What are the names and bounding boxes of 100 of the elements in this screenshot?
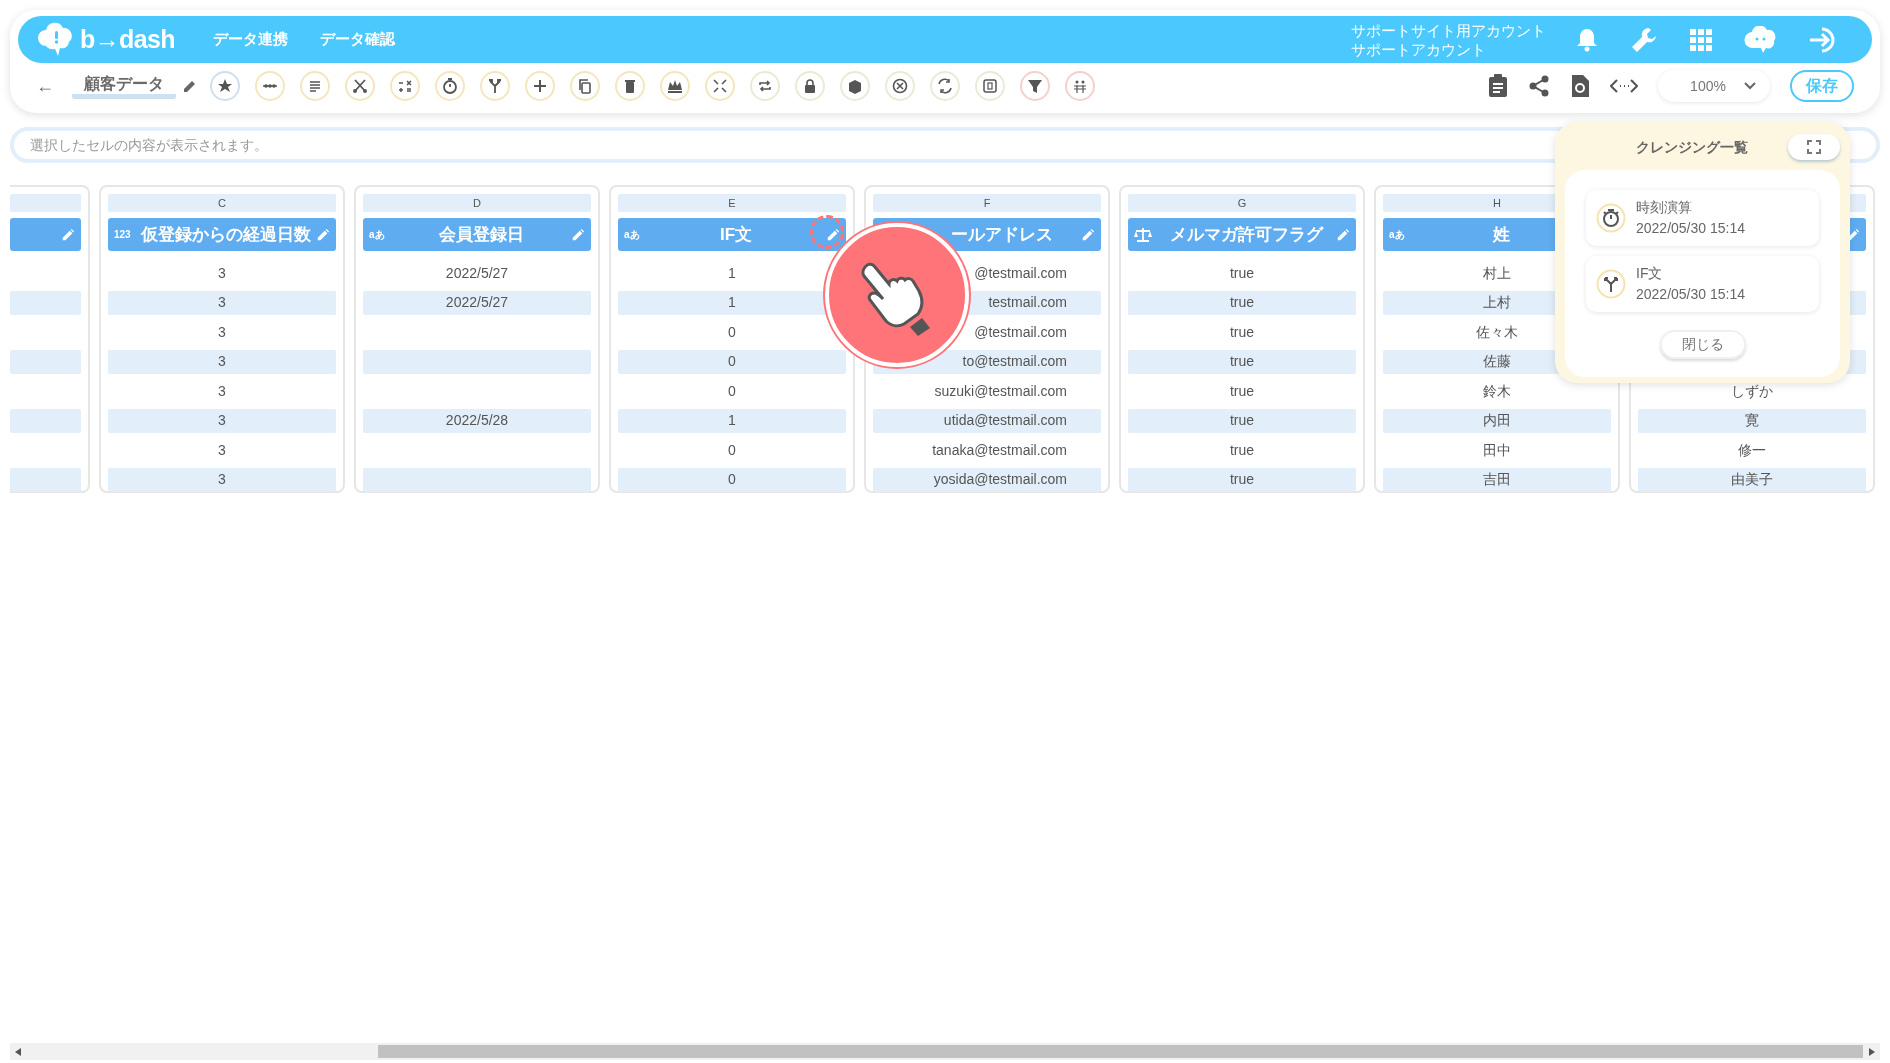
trash-icon[interactable] bbox=[615, 71, 645, 101]
table-cell: true bbox=[1128, 408, 1356, 433]
table-cell: 1 bbox=[618, 408, 846, 433]
header-title: メルマガ許可フラグ bbox=[1168, 223, 1325, 246]
fork-icon[interactable] bbox=[480, 71, 510, 101]
table-cell-text: 0 bbox=[727, 440, 737, 460]
zoom-select[interactable]: 100% bbox=[1658, 70, 1770, 102]
table-cell-text: @testmail.com bbox=[973, 322, 1068, 342]
square-icon[interactable] bbox=[975, 71, 1005, 101]
cleansing-item[interactable]: 時刻演算 2022/05/30 15:14 bbox=[1586, 190, 1819, 246]
table-cell-text: 0 bbox=[727, 381, 737, 401]
stopwatch-icon[interactable] bbox=[435, 71, 465, 101]
table-cell: 由美子 bbox=[1638, 467, 1866, 492]
pencil-icon[interactable] bbox=[1081, 227, 1095, 242]
type-label: 123 bbox=[114, 228, 132, 242]
table-cell-text: 鈴木 bbox=[1482, 381, 1512, 401]
table-cell: 0 bbox=[618, 349, 846, 374]
close-button[interactable]: 閉じる bbox=[1659, 330, 1746, 359]
header-title: IF文 bbox=[718, 223, 754, 246]
table-cell-text: 佐々木 bbox=[1475, 322, 1519, 342]
header-title: 会員登録日 bbox=[437, 223, 525, 246]
fullscreen-icon bbox=[1807, 140, 1821, 154]
table-cell: 吉田 bbox=[1383, 467, 1611, 492]
lines-icon[interactable] bbox=[300, 71, 330, 101]
table-cell: 3 bbox=[108, 349, 336, 374]
column-letter[interactable]: F bbox=[873, 194, 1101, 212]
table-cell-text: @testmail.com bbox=[973, 263, 1068, 283]
cleansing-item[interactable]: IF文 2022/05/30 15:14 bbox=[1586, 256, 1819, 312]
dots-icon[interactable] bbox=[255, 71, 285, 101]
type-label: aあ bbox=[369, 228, 386, 242]
pencil-icon[interactable] bbox=[316, 227, 330, 242]
repeat-icon[interactable] bbox=[750, 71, 780, 101]
account-name: サポートアカウント bbox=[1351, 39, 1487, 59]
table-cell: 0 bbox=[618, 467, 846, 492]
type-label: aあ bbox=[624, 228, 641, 242]
table-cell-text: 村上 bbox=[1482, 263, 1512, 283]
scroll-left-icon[interactable] bbox=[15, 1047, 21, 1056]
crown-icon[interactable] bbox=[660, 71, 690, 101]
lock-icon[interactable] bbox=[795, 71, 825, 101]
column-letter[interactable]: D bbox=[363, 194, 591, 212]
table-cell-text: 3 bbox=[217, 263, 227, 283]
collapse-icon[interactable] bbox=[705, 71, 735, 101]
table-cell-text: 0 bbox=[727, 322, 737, 342]
table-cell-text: 3 bbox=[217, 322, 227, 342]
table-cell-text: true bbox=[1228, 381, 1256, 401]
table-cell: true bbox=[1128, 467, 1356, 492]
type-label: aあ bbox=[1389, 228, 1406, 242]
clipboard-icon[interactable] bbox=[1488, 74, 1508, 98]
pencil-icon[interactable] bbox=[1336, 227, 1350, 242]
pencil-icon[interactable] bbox=[571, 227, 585, 242]
plus-icon[interactable] bbox=[525, 71, 555, 101]
item-name: 時刻演算 bbox=[1636, 198, 1693, 217]
share-icon[interactable] bbox=[1528, 75, 1550, 97]
funnel-icon[interactable] bbox=[1020, 71, 1050, 101]
table-cell-text: 3 bbox=[217, 440, 227, 460]
header-title: ールアドレス bbox=[950, 223, 1054, 246]
table-cell-text: tanaka@testmail.com bbox=[931, 440, 1068, 460]
chevron-down-icon bbox=[1744, 82, 1756, 90]
item-name: IF文 bbox=[1636, 264, 1664, 283]
stopwatch-icon bbox=[1596, 203, 1626, 233]
table-cell: 3 bbox=[108, 408, 336, 433]
back-button[interactable]: ← bbox=[36, 72, 54, 100]
table-cell bbox=[10, 349, 81, 374]
table-cell-text: 1 bbox=[727, 263, 737, 283]
box-icon[interactable] bbox=[840, 71, 870, 101]
table-cell: true bbox=[1128, 349, 1356, 374]
column-letter[interactable]: E bbox=[618, 194, 846, 212]
table-cell: utida@testmail.com bbox=[873, 408, 1101, 433]
pencil-icon[interactable] bbox=[182, 78, 198, 94]
file-refresh-icon[interactable] bbox=[1570, 74, 1590, 98]
table-cell-text: true bbox=[1228, 322, 1256, 342]
scale-icon bbox=[1134, 226, 1152, 243]
header-title: 姓 bbox=[1491, 223, 1511, 246]
column-letter[interactable]: G bbox=[1128, 194, 1356, 212]
copy-icon[interactable] bbox=[570, 71, 600, 101]
pencil-icon[interactable] bbox=[826, 227, 840, 242]
horizontal-scrollbar[interactable] bbox=[10, 1043, 1880, 1060]
pencil-icon[interactable] bbox=[61, 227, 75, 242]
swap-arrows-icon[interactable] bbox=[930, 71, 960, 101]
sheet-title[interactable]: 顧客データ bbox=[72, 73, 176, 99]
math-icon[interactable] bbox=[390, 71, 420, 101]
scrollbar-thumb[interactable] bbox=[378, 1045, 1863, 1058]
scissors-icon[interactable] bbox=[345, 71, 375, 101]
column-letter[interactable]: C bbox=[108, 194, 336, 212]
people-grid-icon[interactable] bbox=[1065, 71, 1095, 101]
table-cell-text: しずか bbox=[1730, 381, 1774, 401]
table-cell-text: true bbox=[1228, 263, 1256, 283]
table-cell-text: 3 bbox=[217, 381, 227, 401]
table-cell bbox=[10, 408, 81, 433]
item-time: 2022/05/30 15:14 bbox=[1636, 285, 1745, 304]
expand-button[interactable] bbox=[1788, 134, 1840, 160]
code-arrows-icon[interactable] bbox=[1610, 78, 1638, 94]
table-cell: 3 bbox=[108, 290, 336, 315]
table-cell bbox=[10, 290, 81, 315]
header-title: 仮登録からの経過日数 bbox=[140, 223, 312, 246]
scroll-right-icon[interactable] bbox=[1869, 1047, 1875, 1056]
table-cell: 3 bbox=[108, 467, 336, 492]
table-cell bbox=[10, 467, 81, 492]
table-cell: yosida@testmail.com bbox=[873, 467, 1101, 492]
table-cell-text: true bbox=[1228, 440, 1256, 460]
